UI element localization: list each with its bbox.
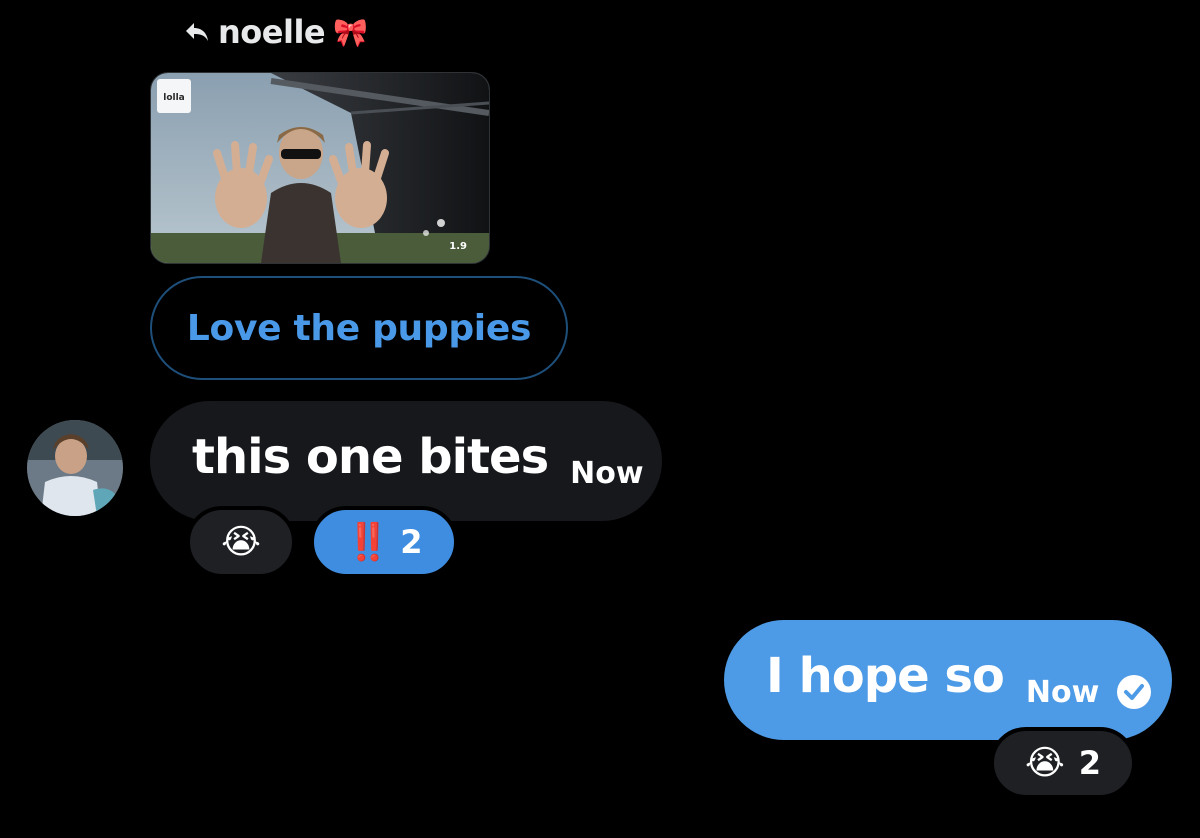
double-exclamation-emoji: ‼️ xyxy=(345,522,390,563)
reaction-crying-outgoing[interactable]: 😭 2 xyxy=(990,727,1136,799)
crying-face-emoji: 😭 xyxy=(1025,743,1065,783)
check-circle-icon xyxy=(1117,675,1152,709)
quoted-message[interactable]: Love the puppies xyxy=(150,276,568,380)
reaction-double-exclamation[interactable]: ‼️ 2 xyxy=(310,506,458,578)
incoming-message-time: Now xyxy=(570,455,644,491)
reaction-count: 2 xyxy=(1078,744,1101,782)
reaction-crying[interactable]: 😭 xyxy=(186,506,296,578)
outgoing-message-text: I hope so xyxy=(766,648,1005,704)
outgoing-message-time: Now xyxy=(1025,674,1100,710)
quoted-message-text: Love the puppies xyxy=(186,307,532,349)
incoming-message-text: this one bites xyxy=(192,429,549,485)
video-frame-image: lolla 1.9 xyxy=(151,73,489,263)
bow-emoji: 🎀 xyxy=(333,15,368,49)
reply-arrow-icon xyxy=(186,23,208,41)
avatar[interactable] xyxy=(27,420,123,516)
reply-header[interactable]: noelle 🎀 xyxy=(184,10,368,54)
avatar-image xyxy=(27,420,123,516)
crying-face-emoji: 😭 xyxy=(221,522,261,562)
video-thumbnail[interactable]: lolla 1.9 xyxy=(150,72,490,264)
viewer-count: 1.9 xyxy=(449,241,467,252)
festival-logo-text: lolla xyxy=(163,93,185,103)
incoming-message-bubble[interactable]: this one bites Now xyxy=(150,401,662,521)
outgoing-message-bubble[interactable]: I hope so Now xyxy=(724,620,1172,740)
reaction-count: 2 xyxy=(400,523,423,561)
reply-username: noelle xyxy=(218,13,326,51)
